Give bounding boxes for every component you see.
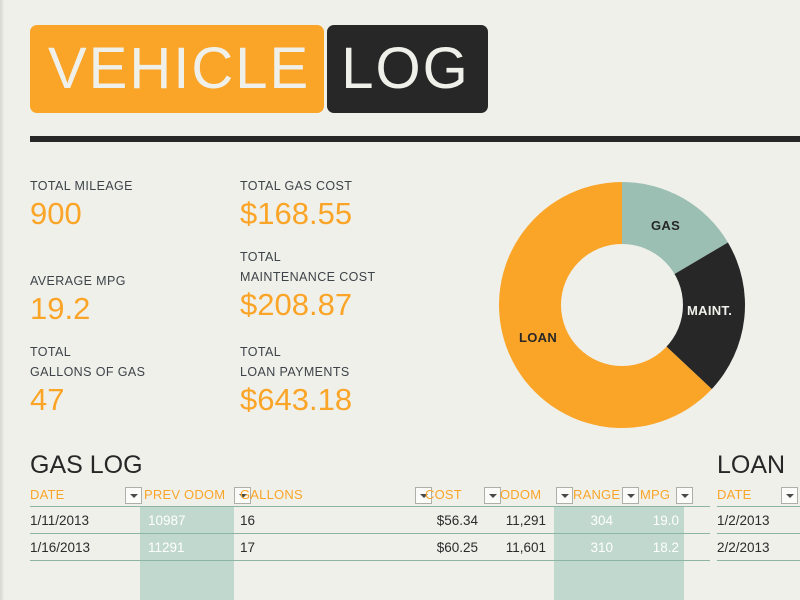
cell-date: 1/16/2013 [30, 540, 91, 555]
loan-title: LOAN [717, 451, 786, 479]
stat-total-mileage-value: 900 [30, 196, 82, 231]
filter-button-mpg[interactable] [676, 487, 693, 504]
stat-average-mpg-label: AVERAGE MPG [30, 274, 126, 288]
stat-total-maintenance-cost: TOTAL MAINTENANCE COST $208.87 [240, 247, 376, 323]
title-log-box: LOG [327, 25, 488, 113]
cell-mpg: 18.2 [652, 540, 679, 555]
title-log-text: LOG [341, 36, 470, 101]
gas-log-table: DATE PREV ODOM GALLONS COST ODOM RANGE M… [30, 484, 710, 600]
donut-label-loan: LOAN [519, 330, 558, 345]
donut-label-gas: GAS [651, 218, 681, 233]
title-vehicle-text: VEHICLE [48, 36, 311, 101]
stat-total-gallons-value: 47 [30, 382, 65, 417]
stat-total-gallons-label-line1: TOTAL [30, 345, 72, 359]
cell-prev-odom: 11291 [148, 540, 185, 555]
col-header-gallons: GALLONS [240, 487, 303, 502]
stat-total-loan-payments-label-line1: TOTAL [240, 345, 282, 359]
cell-odom: 11,291 [505, 513, 546, 528]
filter-button-range[interactable] [622, 487, 639, 504]
stat-total-gallons-label-line2: GALLONS OF GAS [30, 365, 146, 379]
stat-total-loan-payments: TOTAL LOAN PAYMENTS $643.18 [240, 342, 352, 418]
stat-total-gallons: TOTAL GALLONS OF GAS 47 [30, 342, 145, 418]
col-header-cost: COST [425, 487, 462, 502]
stat-total-gas-cost-label: TOTAL GAS COST [240, 179, 353, 193]
expense-donut-chart: GAS MAINT. LOAN [499, 182, 745, 428]
cell-loan-date: 2/2/2013 [717, 540, 770, 555]
stat-total-maintenance-cost-label-line2: MAINTENANCE COST [240, 270, 376, 284]
col-header-odom: ODOM [500, 487, 542, 502]
stat-total-loan-payments-label-line2: LOAN PAYMENTS [240, 365, 350, 379]
cell-prev-odom: 10987 [148, 513, 186, 528]
dashboard-title: VEHICLE LOG [30, 25, 488, 113]
stat-average-mpg: AVERAGE MPG 19.2 [30, 271, 126, 327]
gas-log-header-row: DATE PREV ODOM GALLONS COST ODOM RANGE M… [30, 484, 710, 506]
stat-total-gas-cost-value: $168.55 [240, 196, 353, 231]
col-header-prev-odom: PREV ODOM [144, 487, 226, 502]
cell-loan-date: 1/2/2013 [717, 513, 770, 528]
cell-range: 304 [590, 513, 613, 528]
cell-mpg: 19.0 [652, 513, 679, 528]
stat-total-maintenance-cost-value: $208.87 [240, 287, 353, 322]
stat-total-loan-payments-value: $643.18 [240, 382, 353, 417]
stat-total-mileage: TOTAL MILEAGE 900 [30, 176, 133, 232]
title-vehicle-box: VEHICLE [30, 25, 325, 113]
loan-header-row: DATE [717, 484, 800, 506]
cell-gallons: 17 [240, 540, 256, 555]
donut-label-maint: MAINT. [687, 303, 733, 318]
stat-total-gas-cost: TOTAL GAS COST $168.55 [240, 176, 352, 232]
col-header-mpg: MPG [640, 487, 671, 502]
col-header-range: RANGE [573, 487, 621, 502]
filter-button-cost[interactable] [484, 487, 501, 504]
vehicle-log-dashboard: VEHICLE LOG TOTAL MILEAGE 900 AVERAGE MP… [0, 0, 800, 600]
col-header-date: DATE [30, 487, 65, 502]
stat-total-mileage-label: TOTAL MILEAGE [30, 179, 133, 193]
filter-button-loan-date[interactable] [781, 487, 798, 504]
cell-gallons: 16 [240, 513, 256, 528]
filter-button-date[interactable] [125, 487, 142, 504]
window-edge-strip [0, 0, 4, 600]
loan-table: DATE 1/2/2013 2/2/2013 [717, 484, 800, 561]
header-divider [30, 136, 800, 142]
stat-total-maintenance-cost-label-line1: TOTAL [240, 250, 282, 264]
filter-button-odom[interactable] [556, 487, 573, 504]
col-header-loan-date: DATE [717, 487, 752, 502]
cell-date: 1/11/2013 [30, 513, 90, 528]
cell-odom: 11,601 [505, 540, 546, 555]
stat-average-mpg-value: 19.2 [30, 291, 91, 326]
cell-range: 310 [590, 540, 613, 555]
gas-log-title: GAS LOG [30, 451, 143, 479]
donut-hole [561, 244, 683, 366]
